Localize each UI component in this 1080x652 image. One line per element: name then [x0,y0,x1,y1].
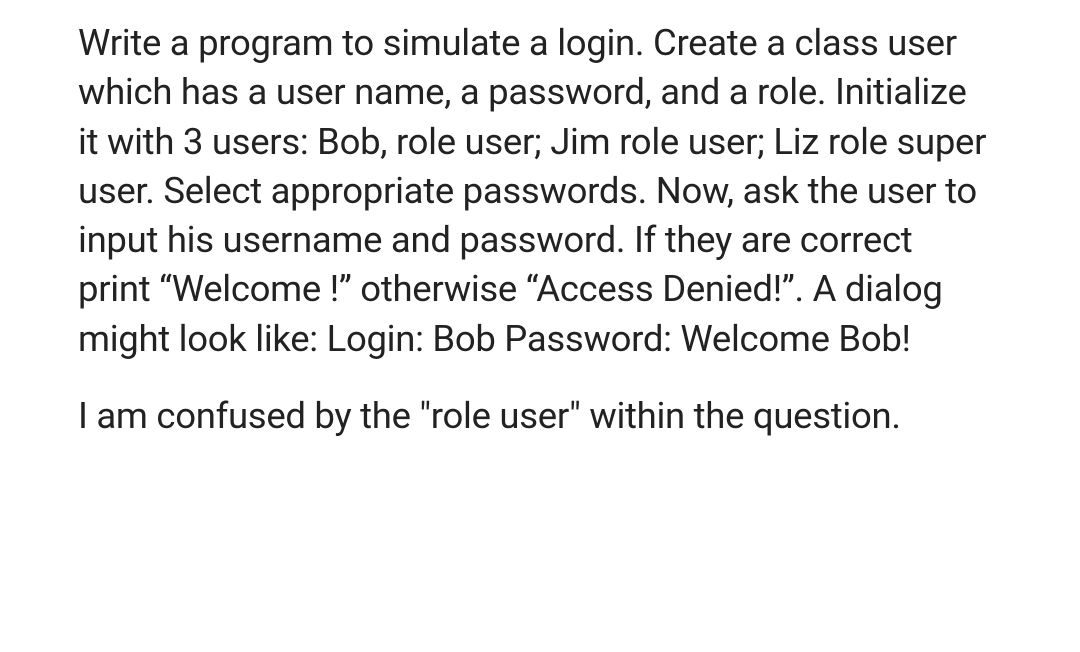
student-comment-paragraph: I am confused by the "role user" within … [78,391,990,440]
assignment-paragraph: Write a program to simulate a login. Cre… [78,18,990,363]
document-body: Write a program to simulate a login. Cre… [78,18,990,440]
